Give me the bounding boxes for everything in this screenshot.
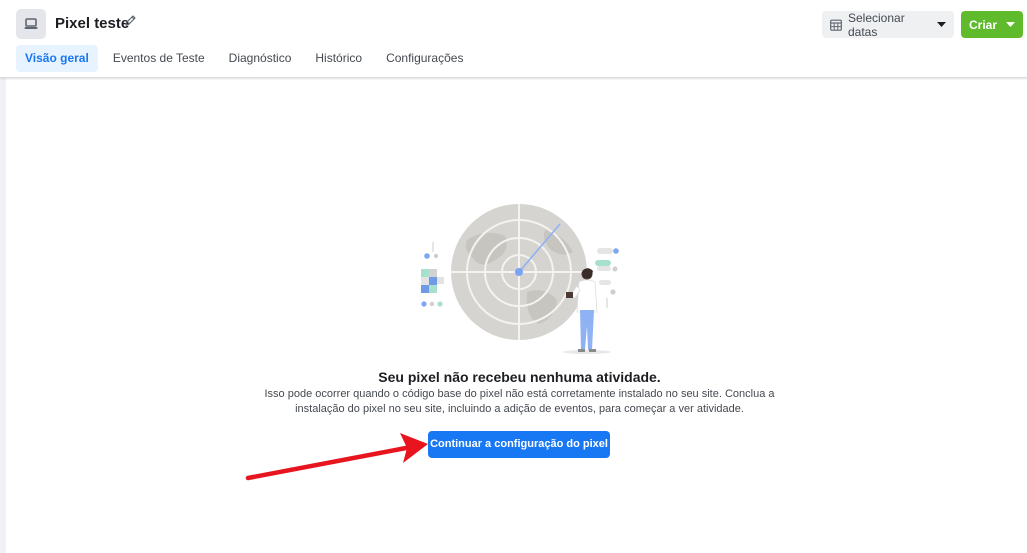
- caret-down-icon: [1006, 22, 1015, 27]
- left-rail: [0, 78, 6, 553]
- caret-down-icon: [937, 22, 946, 27]
- tab-bar: Visão geral Eventos de Teste Diagnóstico…: [16, 45, 478, 72]
- empty-state-title: Seu pixel não recebeu nenhuma atividade.: [378, 369, 661, 385]
- create-button[interactable]: Criar: [961, 11, 1023, 38]
- pixel-icon-container: [16, 9, 46, 39]
- select-dates-label: Selecionar datas: [848, 10, 905, 39]
- select-dates-button[interactable]: Selecionar datas: [822, 10, 954, 39]
- continue-setup-button[interactable]: Continuar a configuração do pixel: [428, 431, 610, 458]
- red-arrow-icon: [245, 433, 428, 481]
- tab-overview[interactable]: Visão geral: [16, 45, 98, 72]
- page-header: Pixel teste Visão geral Eventos de Teste…: [0, 0, 1027, 78]
- monitor-icon: [24, 18, 38, 29]
- radar-illustration: [421, 204, 619, 354]
- page-title: Pixel teste: [55, 15, 130, 32]
- tab-settings[interactable]: Configurações: [377, 45, 472, 72]
- pencil-icon[interactable]: [124, 14, 137, 27]
- tab-history[interactable]: Histórico: [306, 45, 371, 72]
- empty-state-description: Isso pode ocorrer quando o código base d…: [264, 388, 775, 415]
- tab-test-events[interactable]: Eventos de Teste: [104, 45, 214, 72]
- calendar-icon: [830, 19, 842, 31]
- create-button-label: Criar: [968, 17, 997, 32]
- tab-diagnostics[interactable]: Diagnóstico: [220, 45, 301, 72]
